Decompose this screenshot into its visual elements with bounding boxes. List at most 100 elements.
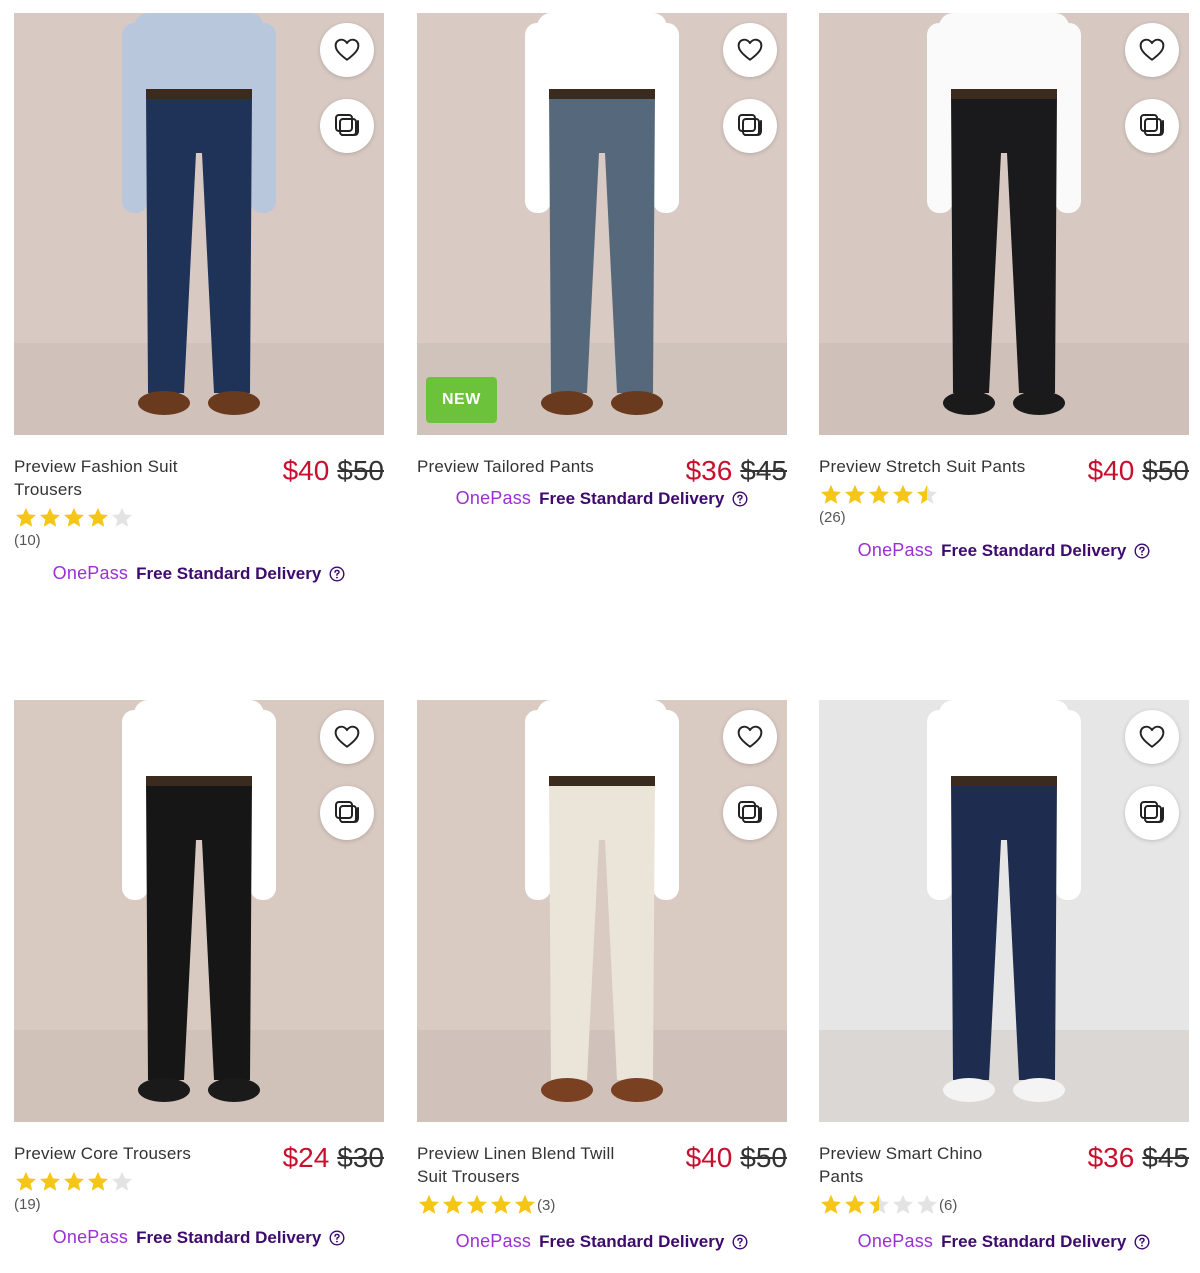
delivery-text: Free Standard Delivery bbox=[136, 563, 322, 583]
compare-button[interactable] bbox=[320, 786, 374, 840]
help-circle-icon[interactable] bbox=[732, 490, 748, 507]
help-circle-icon[interactable] bbox=[1134, 542, 1150, 559]
heart-icon bbox=[1139, 725, 1165, 748]
product-image[interactable] bbox=[14, 13, 384, 435]
product-name[interactable]: Preview Linen Blend Twill Suit Trousers bbox=[417, 1142, 627, 1188]
price-block: $40 $50 bbox=[283, 455, 384, 487]
product-info: Preview Fashion Suit Trousers $40 $50 (10… bbox=[14, 455, 384, 584]
price-block: $40 $50 bbox=[686, 1142, 787, 1174]
onepass-logo: OnePass bbox=[52, 1227, 129, 1247]
product-info: Preview Core Trousers $24 $30 (19) OnePas… bbox=[14, 1142, 384, 1248]
product-card[interactable]: Preview Linen Blend Twill Suit Trousers … bbox=[417, 700, 787, 1252]
rating[interactable]: (6) bbox=[819, 1193, 1189, 1217]
rating[interactable] bbox=[14, 506, 384, 530]
star-icon bbox=[869, 484, 889, 504]
compare-icon bbox=[738, 114, 762, 136]
delivery-text: Free Standard Delivery bbox=[941, 540, 1127, 560]
onepass-delivery: OnePass Free Standard Delivery bbox=[819, 540, 1189, 561]
product-card[interactable]: Preview Core Trousers $24 $30 (19) OnePas… bbox=[14, 700, 384, 1248]
star-icon bbox=[16, 1171, 36, 1191]
help-circle-icon[interactable] bbox=[329, 565, 345, 582]
was-price: $30 bbox=[337, 1142, 384, 1173]
product-name[interactable]: Preview Core Trousers bbox=[14, 1142, 224, 1165]
compare-button[interactable] bbox=[723, 786, 777, 840]
help-circle-icon[interactable] bbox=[1134, 1233, 1150, 1250]
product-photo bbox=[417, 700, 787, 1122]
wishlist-button[interactable] bbox=[723, 710, 777, 764]
delivery-text: Free Standard Delivery bbox=[941, 1231, 1127, 1251]
sale-price: $24 bbox=[282, 1142, 330, 1173]
price-block: $40 $50 bbox=[1088, 455, 1189, 487]
product-card[interactable]: Preview Smart Chino Pants $36 $45 (6) One… bbox=[819, 700, 1189, 1252]
star-icon bbox=[419, 1194, 439, 1214]
onepass-delivery: OnePass Free Standard Delivery bbox=[819, 1231, 1189, 1252]
review-count: (10) bbox=[14, 532, 41, 549]
star-icon bbox=[40, 507, 60, 527]
product-image[interactable] bbox=[417, 700, 787, 1122]
review-count: (6) bbox=[939, 1196, 958, 1214]
product-image[interactable] bbox=[819, 13, 1189, 435]
onepass-delivery: OnePass Free Standard Delivery bbox=[417, 1231, 787, 1252]
product-photo bbox=[819, 700, 1189, 1122]
wishlist-button[interactable] bbox=[320, 23, 374, 77]
star-icon bbox=[112, 1171, 132, 1191]
compare-button[interactable] bbox=[320, 99, 374, 153]
star-icon bbox=[845, 1194, 865, 1214]
wishlist-button[interactable] bbox=[1125, 23, 1179, 77]
heart-icon bbox=[334, 38, 360, 61]
star-icon bbox=[893, 1194, 913, 1214]
product-image[interactable] bbox=[14, 700, 384, 1122]
product-name[interactable]: Preview Fashion Suit Trousers bbox=[14, 455, 224, 501]
star-icon bbox=[845, 484, 865, 504]
was-price: $45 bbox=[740, 455, 787, 486]
product-card[interactable]: Preview Fashion Suit Trousers $40 $50 (10… bbox=[14, 13, 384, 584]
product-card[interactable]: NEW Preview Tailored Pants $36 $45 OnePas… bbox=[417, 13, 787, 509]
wishlist-button[interactable] bbox=[1125, 710, 1179, 764]
star-icon bbox=[64, 1171, 84, 1191]
heart-icon bbox=[334, 725, 360, 748]
star-icon bbox=[917, 484, 937, 504]
new-badge: NEW bbox=[426, 377, 497, 423]
star-icon bbox=[467, 1194, 487, 1214]
onepass-logo: OnePass bbox=[857, 540, 934, 560]
rating-stars bbox=[819, 483, 939, 507]
help-circle-icon[interactable] bbox=[732, 1233, 748, 1250]
sale-price: $36 bbox=[1087, 1142, 1135, 1173]
compare-button[interactable] bbox=[1125, 99, 1179, 153]
rating-stars bbox=[819, 1193, 939, 1217]
star-icon bbox=[821, 1194, 841, 1214]
rating[interactable]: (3) bbox=[417, 1193, 787, 1217]
star-icon bbox=[443, 1194, 463, 1214]
product-image[interactable] bbox=[819, 700, 1189, 1122]
compare-icon bbox=[335, 801, 359, 823]
heart-icon bbox=[1139, 38, 1165, 61]
wishlist-button[interactable] bbox=[320, 710, 374, 764]
onepass-delivery: OnePass Free Standard Delivery bbox=[14, 563, 384, 584]
star-icon bbox=[869, 1194, 889, 1214]
sale-price: $40 bbox=[685, 1142, 733, 1173]
star-icon bbox=[88, 1171, 108, 1191]
compare-button[interactable] bbox=[723, 99, 777, 153]
product-photo bbox=[14, 700, 384, 1122]
product-photo bbox=[14, 13, 384, 435]
was-price: $45 bbox=[1142, 1142, 1189, 1173]
product-name[interactable]: Preview Stretch Suit Pants bbox=[819, 455, 1029, 478]
onepass-delivery: OnePass Free Standard Delivery bbox=[417, 488, 787, 509]
wishlist-button[interactable] bbox=[723, 23, 777, 77]
star-icon bbox=[40, 1171, 60, 1191]
star-icon bbox=[491, 1194, 511, 1214]
onepass-logo: OnePass bbox=[52, 563, 129, 583]
onepass-delivery: OnePass Free Standard Delivery bbox=[14, 1227, 384, 1248]
product-name[interactable]: Preview Tailored Pants bbox=[417, 455, 627, 478]
product-image[interactable]: NEW bbox=[417, 13, 787, 435]
compare-icon bbox=[335, 114, 359, 136]
sale-price: $40 bbox=[1087, 455, 1135, 486]
star-icon bbox=[64, 507, 84, 527]
compare-icon bbox=[1140, 114, 1164, 136]
help-circle-icon[interactable] bbox=[329, 1229, 345, 1246]
compare-icon bbox=[1140, 801, 1164, 823]
product-name[interactable]: Preview Smart Chino Pants bbox=[819, 1142, 1029, 1188]
compare-button[interactable] bbox=[1125, 786, 1179, 840]
was-price: $50 bbox=[740, 1142, 787, 1173]
product-card[interactable]: Preview Stretch Suit Pants $40 $50 (26) O… bbox=[819, 13, 1189, 561]
